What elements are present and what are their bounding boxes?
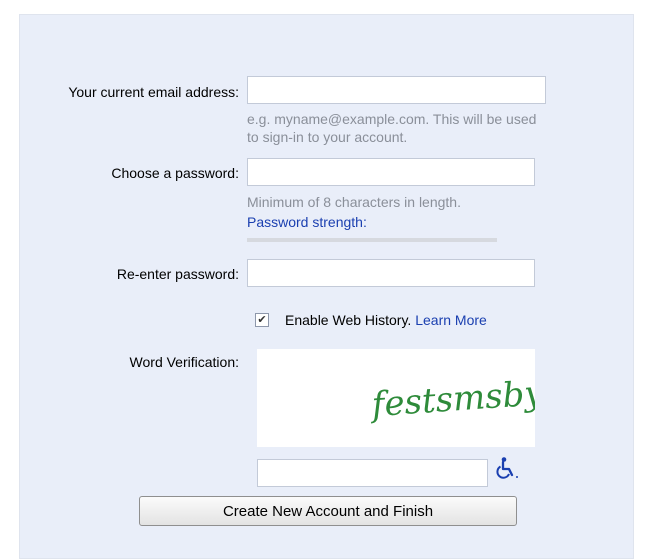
captcha-image: festsmsbyl [257, 349, 535, 447]
password-hint: Minimum of 8 characters in length. [247, 194, 461, 210]
email-label: Your current email address: [68, 84, 239, 100]
web-history-checkbox[interactable]: ✔ [255, 313, 269, 327]
wheelchair-icon[interactable] [495, 456, 519, 480]
reenter-password-field[interactable] [247, 259, 535, 287]
password-field[interactable] [247, 158, 535, 186]
email-hint-line2: to sign-in to your account. [247, 129, 408, 145]
word-verification-label: Word Verification: [129, 354, 239, 370]
email-field[interactable] [247, 76, 546, 104]
web-history-row: Enable Web History. Learn More [285, 312, 487, 328]
password-label: Choose a password: [111, 165, 239, 181]
reenter-password-label: Re-enter password: [116, 266, 239, 282]
create-account-button[interactable]: Create New Account and Finish [139, 496, 517, 526]
captcha-text: festsmsbyl [368, 373, 535, 426]
email-hint-line1: e.g. myname@example.com. This will be us… [247, 111, 537, 127]
email-hint: e.g. myname@example.com. This will be us… [247, 110, 536, 146]
learn-more-link[interactable]: Learn More [415, 312, 487, 328]
password-strength-label: Password strength: [247, 214, 367, 230]
password-strength-bar [247, 238, 497, 242]
web-history-label: Enable Web History. [285, 312, 412, 328]
captcha-input[interactable] [257, 459, 488, 487]
